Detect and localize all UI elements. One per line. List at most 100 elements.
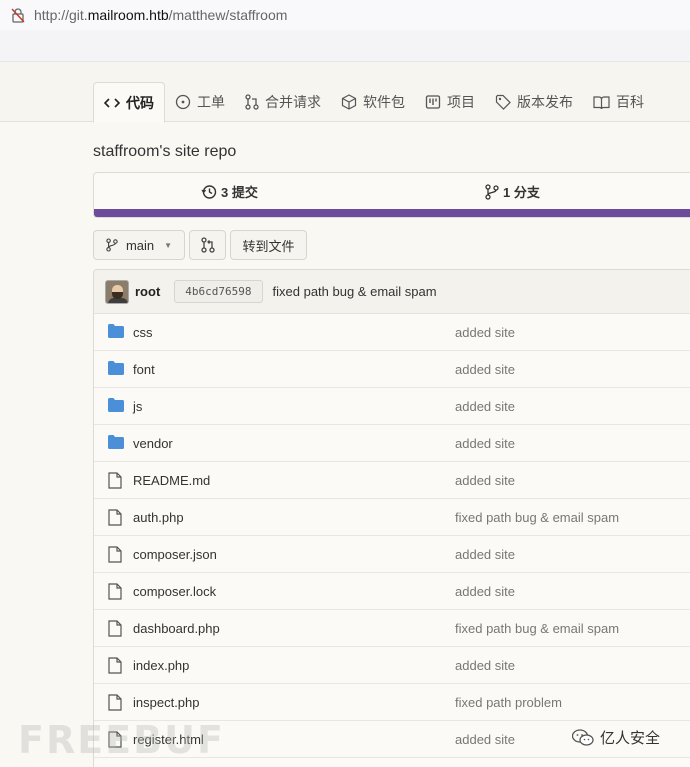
repo-tabs: 代码 工单 合并请求 软件包 项目 版本发布 百科 — [93, 82, 654, 123]
file-commit-message[interactable]: fixed path bug & email spam — [455, 621, 619, 636]
file-icon — [108, 657, 122, 677]
file-icon — [108, 509, 122, 526]
table-row: css added site — [94, 314, 690, 351]
tab-package[interactable]: 软件包 — [331, 82, 415, 122]
tab-book[interactable]: 百科 — [583, 82, 654, 122]
wechat-watermark: 亿人安全 — [572, 727, 660, 748]
table-row: font added site — [94, 351, 690, 388]
commits-stat[interactable]: 3 提交 — [201, 182, 258, 201]
tab-code[interactable]: 代码 — [93, 82, 165, 123]
file-icon — [108, 694, 122, 711]
tab-issue[interactable]: 工单 — [165, 82, 235, 122]
file-name-link[interactable]: dashboard.php — [133, 621, 220, 636]
file-commit-message[interactable]: added site — [455, 547, 515, 562]
file-commit-message[interactable]: added site — [455, 399, 515, 414]
history-icon — [201, 184, 217, 199]
repo-stats: 3 提交 1 分支 — [93, 172, 690, 218]
file-icon — [108, 472, 122, 489]
branch-icon — [485, 183, 499, 200]
file-name-link[interactable]: font — [133, 362, 155, 377]
table-row: vendor added site — [94, 425, 690, 462]
compare-button[interactable] — [189, 230, 226, 260]
book-icon — [593, 95, 616, 110]
branches-count: 1 分支 — [503, 185, 540, 200]
tab-pull-request[interactable]: 合并请求 — [235, 82, 331, 122]
file-commit-message[interactable]: added site — [455, 473, 515, 488]
tab-label: 工单 — [197, 94, 225, 110]
branch-name: main — [125, 237, 155, 253]
file-commit-message[interactable]: added site — [455, 362, 515, 377]
table-row: index.php added site — [94, 647, 690, 684]
folder-icon — [108, 361, 124, 378]
table-row: auth.php fixed path bug & email spam — [94, 499, 690, 536]
code-icon — [104, 96, 126, 110]
folder-icon — [108, 398, 124, 412]
address-bar[interactable]: http://git. mailroom.htb/matthew/staffroo… — [0, 0, 690, 30]
url-scheme: http://git. — [34, 7, 88, 23]
tab-tag[interactable]: 版本发布 — [485, 82, 583, 122]
url-host: mailroom.htb — [87, 7, 169, 23]
file-list: css added site font added site js added site v… — [94, 314, 690, 758]
insecure-lock-icon — [11, 8, 25, 23]
project-icon — [425, 94, 447, 110]
file-table: root 4b6cd76598 fixed path bug & email s… — [93, 269, 690, 767]
tab-label: 版本发布 — [517, 94, 573, 110]
file-icon — [108, 620, 122, 637]
file-commit-message[interactable]: added site — [455, 436, 515, 451]
file-commit-message[interactable]: added site — [455, 732, 515, 747]
repo-description: staffroom's site repo — [93, 143, 237, 160]
branches-stat[interactable]: 1 分支 — [485, 182, 540, 201]
file-icon — [108, 620, 122, 640]
file-icon — [108, 546, 122, 566]
folder-icon — [108, 435, 124, 449]
goto-file-button[interactable]: 转到文件 — [230, 230, 307, 260]
commit-message[interactable]: fixed path bug & email spam — [273, 284, 437, 299]
issue-icon — [175, 94, 197, 110]
table-row: js added site — [94, 388, 690, 425]
file-name-link[interactable]: css — [133, 325, 153, 340]
commit-author[interactable]: root — [135, 284, 160, 299]
repo-header: 代码 工单 合并请求 软件包 项目 版本发布 百科 — [0, 62, 690, 123]
pull-request-icon — [200, 237, 215, 253]
file-icon — [108, 583, 122, 600]
file-commit-message[interactable]: added site — [455, 658, 515, 673]
file-icon — [108, 657, 122, 674]
branch-icon — [106, 238, 118, 252]
file-commit-message[interactable]: fixed path bug & email spam — [455, 510, 619, 525]
file-name-link[interactable]: auth.php — [133, 510, 184, 525]
pull-request-icon — [245, 94, 265, 110]
file-commit-message[interactable]: added site — [455, 584, 515, 599]
tab-label: 代码 — [126, 94, 154, 111]
file-icon — [108, 583, 122, 603]
branch-selector[interactable]: main ▼ — [93, 230, 185, 260]
file-name-link[interactable]: composer.lock — [133, 584, 216, 599]
file-name-link[interactable]: index.php — [133, 658, 189, 673]
commits-count: 3 提交 — [221, 185, 258, 200]
file-name-link[interactable]: vendor — [133, 436, 173, 451]
file-name-link[interactable]: README.md — [133, 473, 210, 488]
wechat-account-name: 亿人安全 — [600, 729, 661, 747]
file-commit-message[interactable]: fixed path problem — [455, 695, 562, 710]
tab-project[interactable]: 项目 — [415, 82, 485, 122]
folder-icon — [108, 361, 124, 375]
tab-label: 百科 — [616, 94, 644, 110]
table-row: composer.lock added site — [94, 573, 690, 610]
file-icon — [108, 546, 122, 563]
tag-icon — [495, 94, 517, 110]
file-icon — [108, 509, 122, 529]
table-row: README.md added site — [94, 462, 690, 499]
folder-icon — [108, 398, 124, 415]
wechat-icon — [572, 728, 594, 746]
tab-label: 软件包 — [363, 94, 405, 110]
file-commit-message[interactable]: added site — [455, 325, 515, 340]
avatar[interactable] — [105, 279, 129, 304]
file-name-link[interactable]: composer.json — [133, 547, 217, 562]
table-row: dashboard.php fixed path bug & email spam — [94, 610, 690, 647]
file-name-link[interactable]: js — [133, 399, 142, 414]
file-icon — [108, 472, 122, 492]
commit-sha[interactable]: 4b6cd76598 — [174, 280, 263, 303]
folder-icon — [108, 324, 124, 338]
table-row: composer.json added site — [94, 536, 690, 573]
file-name-link[interactable]: inspect.php — [133, 695, 200, 710]
language-bar — [94, 209, 690, 217]
